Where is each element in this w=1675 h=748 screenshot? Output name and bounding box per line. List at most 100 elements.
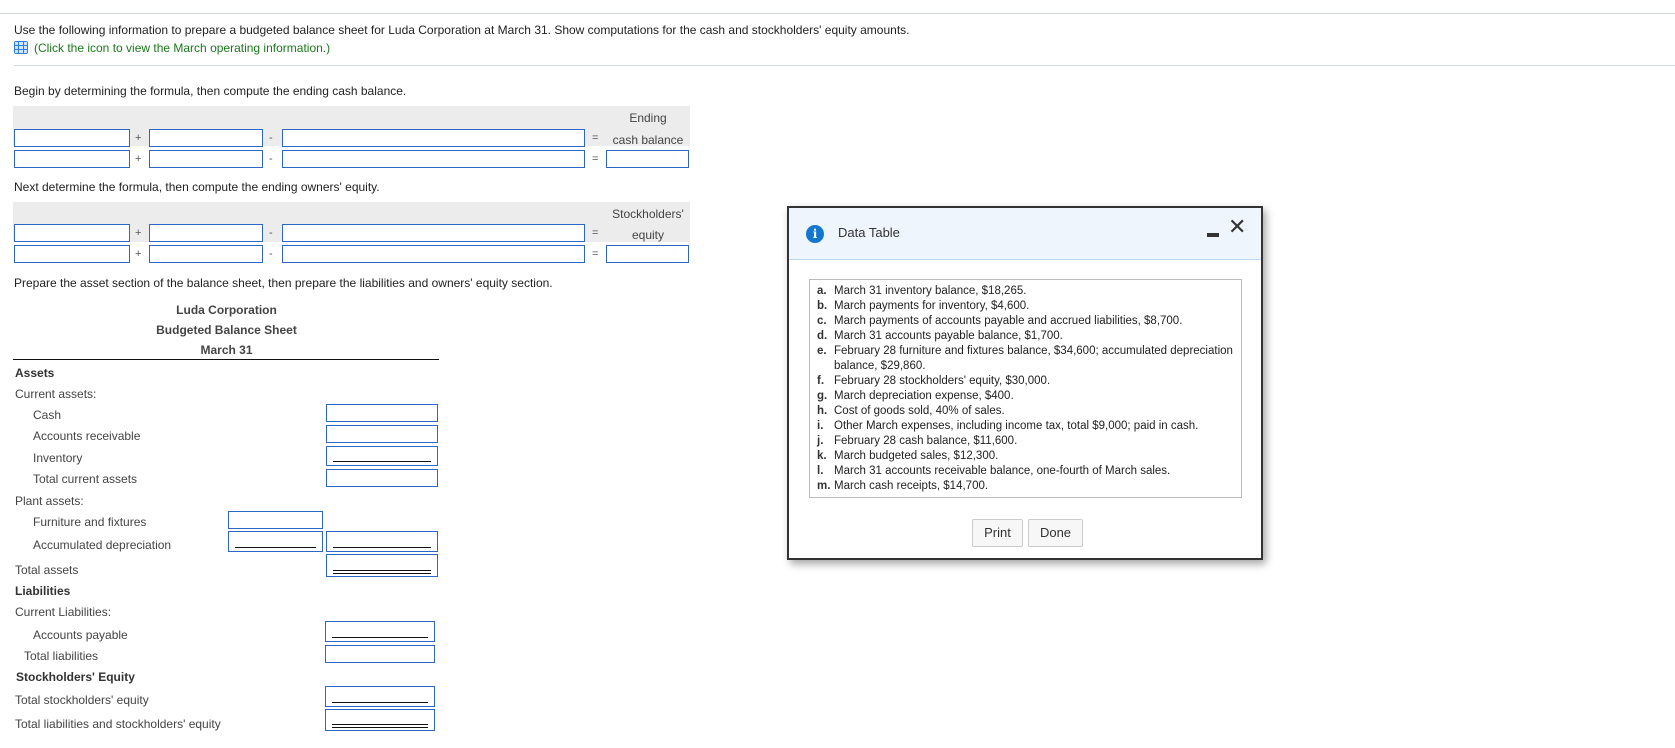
balance-sheet-prompt: Prepare the asset section of the balance… — [14, 276, 553, 290]
equals-operator: = — [592, 227, 599, 239]
equity-formula-term3[interactable] — [282, 224, 585, 242]
item-text: February 28 stockholders' equity, $30,00… — [834, 375, 1051, 387]
item-letter: a. — [817, 285, 827, 297]
net-plant-assets-input[interactable] — [326, 531, 438, 552]
plus-operator: + — [135, 153, 142, 165]
cash-amount-term1[interactable] — [14, 150, 130, 168]
cash-prompt: Begin by determining the formula, then c… — [14, 84, 407, 98]
data-table-item: a. March 31 inventory balance, $18,265. — [817, 284, 1235, 299]
equity-result-header-2: equity — [631, 228, 665, 242]
item-text: March 31 accounts payable balance, $1,70… — [834, 330, 1063, 342]
liabilities-heading: Liabilities — [15, 584, 71, 598]
cash-input[interactable] — [326, 404, 438, 422]
total-stockholders-equity-label: Total stockholders' equity — [15, 693, 149, 707]
accumulated-depreciation-label: Accumulated depreciation — [33, 538, 172, 552]
item-text: March payments of accounts payable and a… — [834, 315, 1183, 327]
data-table-item: m. March cash receipts, $14,700. — [817, 479, 1235, 494]
close-icon[interactable]: ✕ — [1228, 217, 1246, 239]
cash-result-header-2: cash balance — [612, 133, 684, 147]
view-data-link[interactable]: (Click the icon to view the March operat… — [34, 41, 330, 55]
equity-amount-term3[interactable] — [282, 245, 585, 263]
furniture-label: Furniture and fixtures — [33, 515, 147, 529]
item-text: March 31 accounts receivable balance, on… — [834, 465, 1171, 477]
item-text: March cash receipts, $14,700. — [834, 480, 989, 492]
minus-operator: - — [269, 227, 273, 239]
total-stockholders-equity-input[interactable] — [325, 686, 435, 707]
total-assets-label: Total assets — [15, 563, 79, 577]
statement-title: Budgeted Balance Sheet — [156, 323, 297, 337]
inventory-label: Inventory — [33, 451, 83, 465]
total-liabilities-input[interactable] — [325, 645, 435, 663]
item-text: Cost of goods sold, 40% of sales. — [834, 405, 1005, 417]
cash-label: Cash — [33, 408, 62, 422]
minus-operator: - — [269, 248, 273, 260]
total-assets-input[interactable] — [326, 554, 438, 577]
furniture-input[interactable] — [228, 511, 323, 529]
data-table-item: c. March payments of accounts payable and… — [817, 314, 1235, 329]
plus-operator: + — [135, 248, 142, 260]
cash-formula-term2[interactable] — [149, 129, 263, 147]
data-table-item: h. Cost of goods sold, 40% of sales. — [817, 404, 1235, 419]
current-liabilities-label: Current Liabilities: — [15, 605, 112, 619]
total-current-assets-input[interactable] — [326, 469, 438, 487]
item-letter: m. — [817, 480, 831, 492]
total-liabilities-equity-label: Total liabilities and stockholders' equi… — [15, 717, 221, 731]
accounts-payable-input[interactable] — [325, 621, 435, 642]
data-table-dialog: i Data Table ✕ a. March 31 inventory bala… — [787, 206, 1263, 560]
data-table-item: l. March 31 accounts receivable balance, … — [817, 464, 1235, 479]
data-table-item: f. February 28 stockholders' equity, $30,… — [817, 374, 1235, 389]
item-letter: h. — [817, 405, 828, 417]
instructions-text: Use the following information to prepare… — [14, 23, 910, 37]
total-liabilities-equity-input[interactable] — [325, 709, 435, 731]
item-letter: b. — [817, 300, 828, 312]
cash-formula-term1[interactable] — [14, 129, 130, 147]
equals-operator: = — [592, 153, 599, 165]
item-letter: d. — [817, 330, 828, 342]
dialog-header: i Data Table ✕ — [789, 208, 1261, 260]
data-table-item: e. February 28 furniture and fixtures bal… — [817, 344, 1235, 374]
data-table-item: d. March 31 accounts payable balance, $1,… — [817, 329, 1235, 344]
cash-formula-term3[interactable] — [282, 129, 585, 147]
accounts-receivable-label: Accounts receivable — [33, 429, 141, 443]
minus-operator: - — [269, 132, 273, 144]
minimize-icon[interactable] — [1207, 233, 1219, 237]
item-letter: j. — [817, 435, 824, 447]
cash-amount-term2[interactable] — [149, 150, 263, 168]
company-name: Luda Corporation — [176, 303, 277, 317]
ending-equity-input[interactable] — [606, 245, 689, 263]
accumulated-depreciation-input[interactable] — [228, 531, 323, 552]
item-letter: k. — [817, 450, 827, 462]
done-button[interactable]: Done — [1028, 519, 1083, 547]
print-button[interactable]: Print — [972, 519, 1023, 547]
equity-formula-term1[interactable] — [14, 224, 130, 242]
assets-heading: Assets — [15, 366, 55, 380]
table-grid-icon[interactable] — [14, 41, 28, 54]
equity-formula-term2[interactable] — [149, 224, 263, 242]
stockholders-equity-heading: Stockholders' Equity — [16, 670, 135, 684]
item-text: February 28 cash balance, $11,600. — [834, 435, 1018, 447]
ending-cash-balance-input[interactable] — [606, 150, 689, 168]
item-letter: i. — [817, 420, 824, 432]
accounts-payable-label: Accounts payable — [33, 628, 128, 642]
header-rule — [13, 359, 439, 360]
item-text: March budgeted sales, $12,300. — [834, 450, 999, 462]
equity-result-header-1: Stockholders' — [612, 207, 684, 221]
equity-amount-term1[interactable] — [14, 245, 130, 263]
minus-operator: - — [269, 153, 273, 165]
item-text: Other March expenses, including income t… — [834, 420, 1199, 432]
equity-amount-term2[interactable] — [149, 245, 263, 263]
item-letter: l. — [817, 465, 824, 477]
cash-amount-term3[interactable] — [282, 150, 585, 168]
total-liabilities-label: Total liabilities — [24, 649, 99, 663]
inventory-input[interactable] — [326, 446, 438, 466]
equals-operator: = — [592, 248, 599, 260]
total-current-assets-label: Total current assets — [33, 472, 138, 486]
data-table-box: a. March 31 inventory balance, $18,265. b.… — [809, 279, 1242, 498]
section-divider — [14, 65, 1675, 66]
item-letter: c. — [817, 315, 827, 327]
item-text: March depreciation expense, $400. — [834, 390, 1014, 402]
accounts-receivable-input[interactable] — [326, 425, 438, 443]
dialog-title: Data Table — [838, 225, 900, 240]
data-table-item: b. March payments for inventory, $4,600. — [817, 299, 1235, 314]
statement-date: March 31 — [200, 343, 253, 357]
